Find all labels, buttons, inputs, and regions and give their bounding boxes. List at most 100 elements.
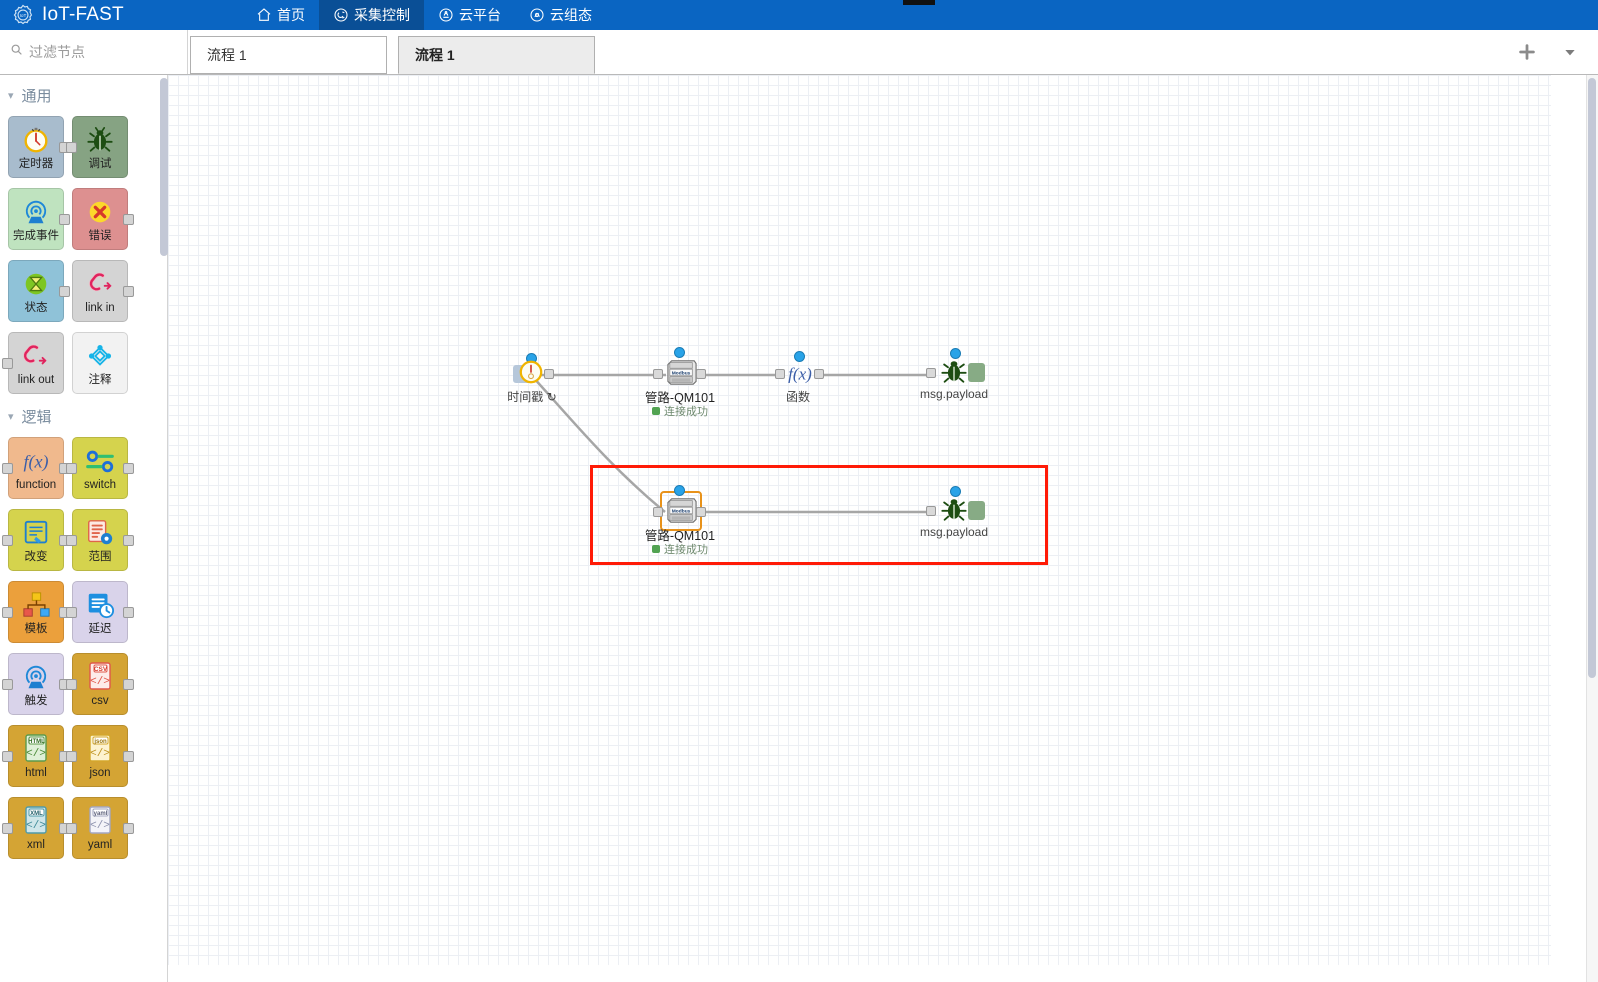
palette-node-comment-label: 注释 (88, 374, 112, 386)
palette-node-change[interactable]: 改变 (2, 509, 70, 571)
flow-node-function[interactable]: f(x) 函数 (775, 351, 824, 404)
template-icon (21, 588, 51, 622)
canvas-vertical-scrollbar-thumb[interactable] (1588, 78, 1596, 678)
node-input-port[interactable] (66, 823, 77, 834)
node-output-port[interactable] (696, 507, 706, 517)
palette-node-switch[interactable]: switch (66, 437, 134, 499)
node-input-port[interactable] (66, 142, 77, 153)
node-output-port[interactable] (59, 286, 70, 297)
status-ok-icon (652, 545, 660, 553)
nav-item-cloud-scada[interactable]: 云组态 (515, 0, 606, 30)
node-output-port[interactable] (123, 535, 134, 546)
tab-menu-button[interactable] (1562, 44, 1578, 65)
chevron-down-icon: ▾ (8, 90, 14, 102)
debug-toggle-button[interactable] (968, 501, 985, 520)
canvas-vertical-scrollbar[interactable] (1586, 75, 1598, 982)
palette-node-html[interactable]: HTML </> html (2, 725, 70, 787)
svg-text:IoT: IoT (20, 13, 27, 19)
node-input-port[interactable] (66, 607, 77, 618)
node-input-port[interactable] (926, 506, 936, 516)
palette-node-debug[interactable]: 调试 (66, 116, 128, 178)
flow-tabs: 流程 1 流程 1 (190, 30, 1598, 74)
palette-node-range[interactable]: 范围 (66, 509, 134, 571)
comment-icon (85, 339, 115, 373)
nav-item-collect-control[interactable]: 采集控制 (319, 0, 424, 30)
node-output-port[interactable] (123, 751, 134, 762)
flow-canvas-area[interactable]: 时间戳 ↻ Modbus 管路-QM101 连接成功 f(x) 函数 msg.p… (168, 75, 1598, 982)
palette-node-csv-label: csv (91, 695, 109, 707)
flow-node-modbus-2[interactable]: Modbus 管路-QM101 连接成功 (645, 485, 715, 556)
node-output-port[interactable] (544, 369, 554, 379)
node-palette[interactable]: ▾ 通用 定时器 调试 完成事件 错误 状态 link in link out … (0, 75, 168, 982)
node-output-port[interactable] (123, 286, 134, 297)
switch-icon (84, 444, 116, 478)
node-output-port[interactable] (123, 463, 134, 474)
node-input-port[interactable] (2, 607, 13, 618)
flow-node-debug-1[interactable]: msg.payload (920, 348, 988, 401)
svg-text:</>: </> (90, 676, 110, 688)
flow-tab-2[interactable]: 流程 1 (398, 36, 595, 74)
flow-tab-1[interactable]: 流程 1 (190, 36, 387, 74)
palette-node-change-label: 改变 (24, 551, 48, 563)
node-output-port[interactable] (696, 369, 706, 379)
node-input-port[interactable] (2, 823, 13, 834)
add-tab-button[interactable] (1516, 41, 1538, 63)
palette-node-function[interactable]: f(x) function (2, 437, 70, 499)
screen-artifact (903, 0, 935, 5)
palette-node-xml[interactable]: XML </> xml (2, 797, 70, 859)
nav-item-cloud-platform[interactable]: 云平台 (424, 0, 515, 30)
nav-item-home[interactable]: 首页 (242, 0, 319, 30)
node-input-port[interactable] (2, 751, 13, 762)
palette-category-logic[interactable]: ▾ 逻辑 (0, 396, 167, 433)
node-input-port[interactable] (653, 507, 663, 517)
palette-node-delay[interactable]: 延迟 (66, 581, 134, 643)
json-icon: json </> (86, 732, 114, 766)
node-output-port[interactable] (123, 679, 134, 690)
node-input-port[interactable] (2, 535, 13, 546)
palette-node-link-out[interactable]: link out (2, 332, 64, 394)
search-icon (10, 43, 23, 61)
flow-node-inject[interactable]: 时间戳 ↻ (507, 353, 557, 404)
node-output-port[interactable] (123, 214, 134, 225)
palette-node-yaml[interactable]: yaml </> yaml (66, 797, 134, 859)
node-input-port[interactable] (66, 751, 77, 762)
palette-node-trigger[interactable]: 触发 (2, 653, 70, 715)
node-output-port[interactable] (814, 369, 824, 379)
palette-category-common[interactable]: ▾ 通用 (0, 75, 167, 112)
delay-icon (85, 588, 115, 622)
collect-control-icon (333, 7, 349, 23)
nav-item-cloud-scada-label: 云组态 (550, 7, 592, 23)
palette-node-link-in[interactable]: link in (72, 260, 134, 322)
xml-icon: XML </> (22, 804, 50, 838)
node-input-port[interactable] (66, 679, 77, 690)
palette-node-comment[interactable]: 注释 (72, 332, 128, 394)
status-ok-icon (652, 407, 660, 415)
palette-node-csv[interactable]: CSV </> csv (66, 653, 134, 715)
palette-node-html-label: html (25, 767, 47, 779)
app-logo-brand[interactable]: IoT IoT-FAST (12, 4, 212, 26)
palette-node-complete-event[interactable]: 完成事件 (8, 188, 70, 250)
palette-filter[interactable]: 过滤节点 (0, 30, 188, 74)
node-output-port[interactable] (123, 823, 134, 834)
debug-toggle-button[interactable] (968, 363, 985, 382)
node-input-port[interactable] (66, 463, 77, 474)
palette-node-json[interactable]: json </> json (66, 725, 134, 787)
palette-node-catch-error[interactable]: 错误 (72, 188, 134, 250)
node-input-port[interactable] (2, 358, 13, 369)
node-input-port[interactable] (2, 463, 13, 474)
node-input-port[interactable] (653, 369, 663, 379)
node-input-port[interactable] (66, 535, 77, 546)
flow-canvas-grid[interactable]: 时间戳 ↻ Modbus 管路-QM101 连接成功 f(x) 函数 msg.p… (168, 75, 1551, 965)
flow-node-debug-2[interactable]: msg.payload (920, 486, 988, 539)
flow-node-modbus-1[interactable]: Modbus 管路-QM101 连接成功 (645, 347, 715, 418)
palette-scrollbar-thumb[interactable] (160, 78, 168, 256)
node-input-port[interactable] (2, 679, 13, 690)
palette-node-inject-timer[interactable]: 定时器 (8, 116, 70, 178)
node-input-port[interactable] (775, 369, 785, 379)
palette-node-status[interactable]: 状态 (8, 260, 70, 322)
node-output-port[interactable] (59, 214, 70, 225)
palette-node-switch-label: switch (84, 479, 116, 491)
node-input-port[interactable] (926, 368, 936, 378)
node-output-port[interactable] (123, 607, 134, 618)
palette-node-template[interactable]: 模板 (2, 581, 70, 643)
